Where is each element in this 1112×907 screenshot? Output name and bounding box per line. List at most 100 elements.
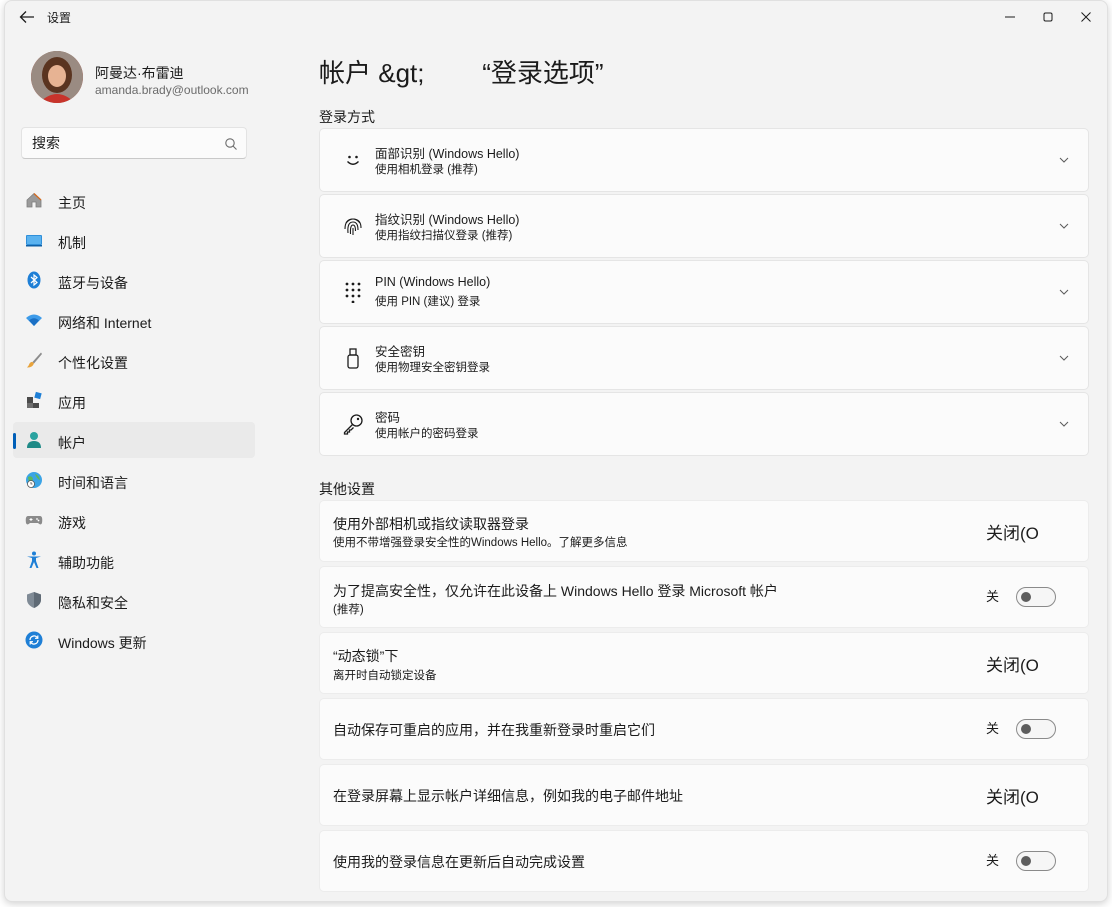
card-description: 使用指纹扫描仪登录 (推荐)	[375, 230, 513, 242]
signin-method-face[interactable]: 面部识别 (Windows Hello) 使用相机登录 (推荐)	[319, 128, 1089, 192]
user-name: 阿曼达·布雷迪	[95, 65, 184, 81]
minimize-icon	[1005, 16, 1015, 18]
search-icon[interactable]	[224, 137, 238, 151]
avatar-photo	[31, 51, 83, 103]
bluetooth-icon	[27, 271, 41, 289]
setting-title: 使用外部相机或指纹读取器登录	[333, 516, 529, 532]
search-input[interactable]	[32, 134, 212, 152]
search-box[interactable]	[21, 127, 247, 159]
toggle-switch[interactable]	[1016, 587, 1056, 607]
card-description: 使用相机登录 (推荐)	[375, 164, 478, 176]
signin-method-fingerprint[interactable]: 指纹识别 (Windows Hello) 使用指纹扫描仪登录 (推荐)	[319, 194, 1089, 258]
sidebar-item-label: 辅助功能	[58, 555, 114, 571]
toggle-switch[interactable]	[1016, 719, 1056, 739]
setting-title: 自动保存可重启的应用，并在我重新登录时重启它们	[333, 722, 655, 738]
sidebar-item-accounts[interactable]: 帐户	[13, 422, 255, 458]
sidebar-item-accessibility[interactable]: 辅助功能	[13, 542, 255, 578]
chevron-down-icon[interactable]	[1058, 221, 1070, 231]
setting-state[interactable]: 关闭(O	[986, 519, 1039, 544]
update-icon	[25, 631, 43, 649]
section-header-signin: 登录方式	[319, 109, 375, 125]
sidebar-nav: 主页 机制 蓝牙与设备 网络和 Internet 个性化设置 应用 帐户 时间和…	[13, 182, 255, 662]
setting-description: 使用不带增强登录安全性的Windows Hello。了解更多信息	[333, 537, 628, 549]
sidebar-item-home[interactable]: 主页	[13, 182, 255, 218]
apps-icon	[27, 391, 42, 408]
toggle-knob	[1021, 856, 1031, 866]
sidebar-item-privacy[interactable]: 隐私和安全	[13, 582, 255, 618]
gamepad-icon	[25, 516, 43, 525]
sidebar-item-network[interactable]: 网络和 Internet	[13, 302, 255, 338]
back-arrow-icon[interactable]	[17, 8, 37, 26]
card-title: 面部识别 (Windows Hello)	[375, 147, 520, 161]
toggle-switch[interactable]	[1016, 851, 1056, 871]
setting-dynamic-lock: “动态锁”下 离开时自动锁定设备 关闭(O	[319, 632, 1089, 694]
sidebar-item-label: Windows 更新	[58, 635, 147, 651]
app-title: 设置	[47, 11, 72, 25]
signin-method-password[interactable]: 密码 使用帐户的密码登录	[319, 392, 1089, 456]
signin-method-security-key[interactable]: 安全密钥 使用物理安全密钥登录	[319, 326, 1089, 390]
setting-restart-apps: 自动保存可重启的应用，并在我重新登录时重启它们 关	[319, 698, 1089, 760]
key-icon	[343, 414, 363, 435]
setting-description: (推荐)	[333, 604, 364, 616]
sidebar-item-label: 网络和 Internet	[58, 315, 152, 331]
title-bar: 设置	[5, 1, 1107, 33]
card-title: 密码	[375, 411, 401, 425]
sidebar-item-system[interactable]: 机制	[13, 222, 255, 258]
account-icon	[27, 432, 41, 448]
sidebar-item-apps[interactable]: 应用	[13, 382, 255, 418]
accessibility-icon	[27, 551, 41, 568]
chevron-down-icon[interactable]	[1058, 419, 1070, 429]
home-icon	[26, 192, 42, 208]
sidebar-item-gaming[interactable]: 游戏	[13, 502, 255, 538]
setting-auto-finish-setup: 使用我的登录信息在更新后自动完成设置 关	[319, 830, 1089, 892]
chevron-down-icon[interactable]	[1058, 155, 1070, 165]
face-icon	[347, 155, 359, 165]
system-icon	[26, 235, 42, 247]
globe-clock-icon	[26, 472, 42, 488]
fingerprint-icon	[344, 218, 362, 235]
section-header-other: 其他设置	[319, 481, 375, 497]
brush-icon	[27, 352, 42, 368]
chevron-down-icon[interactable]	[1058, 287, 1070, 297]
setting-title: 为了提高安全性，仅允许在此设备上 Windows Hello 登录 Micros…	[333, 583, 778, 599]
wifi-icon	[26, 314, 42, 326]
card-description: 使用帐户的密码登录	[375, 428, 479, 440]
avatar[interactable]	[31, 51, 83, 103]
setting-title: 在登录屏幕上显示帐户详细信息，例如我的电子邮件地址	[333, 788, 683, 804]
sidebar-item-label: 时间和语言	[58, 475, 128, 491]
sidebar-item-label: 应用	[58, 395, 86, 411]
page-title: 帐户 &gt; “登录选项”	[319, 58, 604, 88]
chevron-down-icon[interactable]	[1058, 353, 1070, 363]
card-description: 使用物理安全密钥登录	[375, 362, 490, 374]
sidebar-item-label: 隐私和安全	[58, 595, 128, 611]
setting-title: 使用我的登录信息在更新后自动完成设置	[333, 854, 585, 870]
card-title: 指纹识别 (Windows Hello)	[375, 213, 520, 227]
card-title: 安全密钥	[375, 345, 426, 359]
setting-show-account-details: 在登录屏幕上显示帐户详细信息，例如我的电子邮件地址 关闭(O	[319, 764, 1089, 826]
sidebar-item-label: 机制	[58, 235, 86, 251]
settings-window: 设置 阿曼达·布雷迪 amanda.brady@outlook.com 搜索 主…	[4, 0, 1108, 902]
sidebar-item-windows-update[interactable]: Windows 更新	[13, 622, 255, 658]
signin-method-pin[interactable]: PIN (Windows Hello) 使用 PIN (建议) 登录	[319, 260, 1089, 324]
setting-windows-hello-only: 为了提高安全性，仅允许在此设备上 Windows Hello 登录 Micros…	[319, 566, 1089, 628]
setting-state[interactable]: 关闭(O	[986, 651, 1039, 676]
setting-title: “动态锁”下	[333, 648, 399, 664]
usb-key-icon	[347, 348, 359, 369]
sidebar-item-personalization[interactable]: 个性化设置	[13, 342, 255, 378]
setting-state[interactable]: 关闭(O	[986, 783, 1039, 808]
sidebar-item-time-language[interactable]: 时间和语言	[13, 462, 255, 498]
setting-description: 离开时自动锁定设备	[333, 670, 437, 682]
card-description: 使用 PIN (建议) 登录	[375, 296, 481, 308]
close-button[interactable]	[1063, 1, 1107, 33]
toggle-knob	[1021, 592, 1031, 602]
setting-state: 关	[986, 721, 1000, 736]
setting-state: 关	[986, 853, 1000, 868]
sidebar-item-bluetooth[interactable]: 蓝牙与设备	[13, 262, 255, 298]
toggle-knob	[1021, 724, 1031, 734]
sidebar-item-label: 个性化设置	[58, 355, 128, 371]
setting-state: 关	[986, 589, 1000, 604]
sidebar-item-label: 主页	[58, 195, 86, 211]
pin-keypad-icon	[345, 282, 361, 303]
user-email: amanda.brady@outlook.com	[95, 83, 249, 97]
shield-icon	[27, 592, 41, 608]
